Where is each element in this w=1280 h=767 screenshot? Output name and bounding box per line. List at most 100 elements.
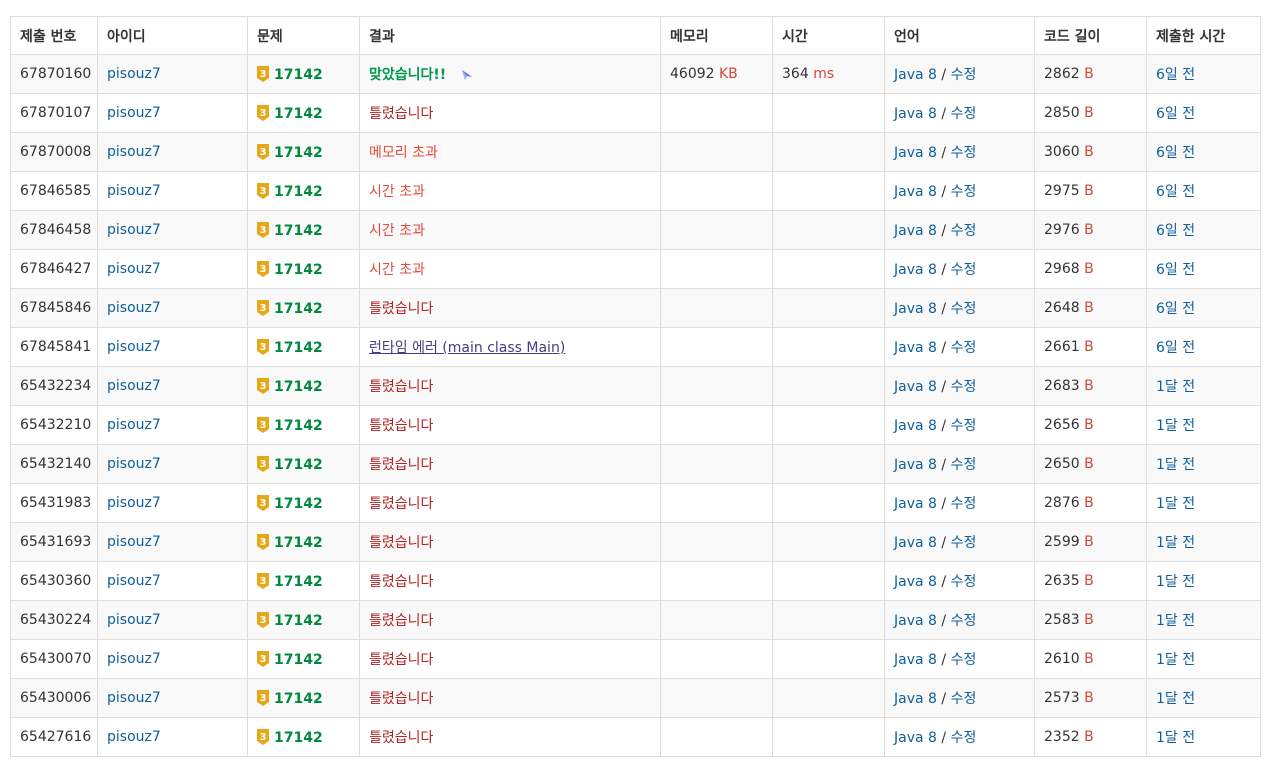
language-link[interactable]: Java 8 [894, 418, 937, 434]
problem-link[interactable]: 17142 [274, 613, 323, 629]
edit-link[interactable]: 수정 [951, 691, 977, 707]
submitted-time-link[interactable]: 6일 전 [1156, 301, 1195, 317]
problem-link[interactable]: 17142 [274, 340, 323, 356]
language-separator: / [941, 535, 947, 551]
problem-link[interactable]: 17142 [274, 730, 323, 746]
language-link[interactable]: Java 8 [894, 652, 937, 668]
submitted-time-link[interactable]: 1달 전 [1156, 457, 1195, 473]
language-link[interactable]: Java 8 [894, 262, 937, 278]
gold-tier-icon: 3 [257, 533, 269, 550]
user-link[interactable]: pisouz7 [107, 183, 161, 199]
user-link[interactable]: pisouz7 [107, 690, 161, 706]
problem-link[interactable]: 17142 [274, 223, 323, 239]
user-link[interactable]: pisouz7 [107, 612, 161, 628]
language-link[interactable]: Java 8 [894, 184, 937, 200]
language-link[interactable]: Java 8 [894, 730, 937, 746]
language-link[interactable]: Java 8 [894, 574, 937, 590]
submitted-time-link[interactable]: 6일 전 [1156, 67, 1195, 83]
user-link[interactable]: pisouz7 [107, 261, 161, 277]
language-link[interactable]: Java 8 [894, 301, 937, 317]
submitted-time-link[interactable]: 6일 전 [1156, 184, 1195, 200]
language-link[interactable]: Java 8 [894, 613, 937, 629]
user-link[interactable]: pisouz7 [107, 222, 161, 238]
edit-link[interactable]: 수정 [951, 730, 977, 746]
time-cell [772, 327, 885, 367]
language-link[interactable]: Java 8 [894, 67, 937, 83]
result-text[interactable]: 런타임 에러 (main class Main) [369, 340, 565, 356]
problem-link[interactable]: 17142 [274, 691, 323, 707]
submitted-time-link[interactable]: 1달 전 [1156, 730, 1195, 746]
language-link[interactable]: Java 8 [894, 340, 937, 356]
language-link[interactable]: Java 8 [894, 223, 937, 239]
submitted-time-link[interactable]: 6일 전 [1156, 106, 1195, 122]
submitted-time-link[interactable]: 6일 전 [1156, 340, 1195, 356]
problem-link[interactable]: 17142 [274, 67, 323, 83]
edit-link[interactable]: 수정 [951, 262, 977, 278]
gold-tier-icon: 3 [257, 338, 269, 355]
problem-link[interactable]: 17142 [274, 301, 323, 317]
edit-link[interactable]: 수정 [951, 67, 977, 83]
edit-link[interactable]: 수정 [951, 106, 977, 122]
submitted-time-link[interactable]: 1달 전 [1156, 418, 1195, 434]
submission-id: 65430360 [10, 561, 98, 601]
edit-link[interactable]: 수정 [951, 613, 977, 629]
language-link[interactable]: Java 8 [894, 691, 937, 707]
edit-link[interactable]: 수정 [951, 340, 977, 356]
problem-link[interactable]: 17142 [274, 106, 323, 122]
edit-link[interactable]: 수정 [951, 223, 977, 239]
edit-link[interactable]: 수정 [951, 496, 977, 512]
problem-link[interactable]: 17142 [274, 145, 323, 161]
problem-link[interactable]: 17142 [274, 496, 323, 512]
edit-link[interactable]: 수정 [951, 652, 977, 668]
user-link[interactable]: pisouz7 [107, 573, 161, 589]
share-icon[interactable] [460, 67, 474, 81]
user-link[interactable]: pisouz7 [107, 144, 161, 160]
user-link[interactable]: pisouz7 [107, 729, 161, 745]
user-link[interactable]: pisouz7 [107, 417, 161, 433]
language-link[interactable]: Java 8 [894, 457, 937, 473]
user-link[interactable]: pisouz7 [107, 105, 161, 121]
user-link[interactable]: pisouz7 [107, 456, 161, 472]
problem-link[interactable]: 17142 [274, 457, 323, 473]
problem-link[interactable]: 17142 [274, 379, 323, 395]
user-link[interactable]: pisouz7 [107, 339, 161, 355]
submitted-time-link[interactable]: 6일 전 [1156, 262, 1195, 278]
problem-link[interactable]: 17142 [274, 184, 323, 200]
problem-link[interactable]: 17142 [274, 652, 323, 668]
user-link[interactable]: pisouz7 [107, 651, 161, 667]
submitted-time-link[interactable]: 1달 전 [1156, 574, 1195, 590]
problem-link[interactable]: 17142 [274, 535, 323, 551]
edit-link[interactable]: 수정 [951, 574, 977, 590]
submitted-time-link[interactable]: 6일 전 [1156, 223, 1195, 239]
submitted-time-link[interactable]: 1달 전 [1156, 379, 1195, 395]
language-link[interactable]: Java 8 [894, 145, 937, 161]
problem-link[interactable]: 17142 [274, 574, 323, 590]
user-link[interactable]: pisouz7 [107, 66, 161, 82]
edit-link[interactable]: 수정 [951, 301, 977, 317]
user-link[interactable]: pisouz7 [107, 378, 161, 394]
edit-link[interactable]: 수정 [951, 457, 977, 473]
submitted-time-link[interactable]: 1달 전 [1156, 691, 1195, 707]
user-link[interactable]: pisouz7 [107, 495, 161, 511]
language-link[interactable]: Java 8 [894, 106, 937, 122]
edit-link[interactable]: 수정 [951, 184, 977, 200]
tier-level: 3 [260, 420, 267, 431]
edit-link[interactable]: 수정 [951, 379, 977, 395]
problem-link[interactable]: 17142 [274, 262, 323, 278]
language-link[interactable]: Java 8 [894, 379, 937, 395]
submitted-time-link[interactable]: 1달 전 [1156, 613, 1195, 629]
user-link[interactable]: pisouz7 [107, 534, 161, 550]
memory-cell [660, 639, 773, 679]
user-link[interactable]: pisouz7 [107, 300, 161, 316]
language-link[interactable]: Java 8 [894, 535, 937, 551]
edit-link[interactable]: 수정 [951, 535, 977, 551]
tier-level: 3 [260, 537, 267, 548]
problem-link[interactable]: 17142 [274, 418, 323, 434]
language-link[interactable]: Java 8 [894, 496, 937, 512]
edit-link[interactable]: 수정 [951, 418, 977, 434]
submitted-time-link[interactable]: 1달 전 [1156, 496, 1195, 512]
submitted-time-link[interactable]: 1달 전 [1156, 535, 1195, 551]
submitted-time-link[interactable]: 1달 전 [1156, 652, 1195, 668]
edit-link[interactable]: 수정 [951, 145, 977, 161]
submitted-time-link[interactable]: 6일 전 [1156, 145, 1195, 161]
